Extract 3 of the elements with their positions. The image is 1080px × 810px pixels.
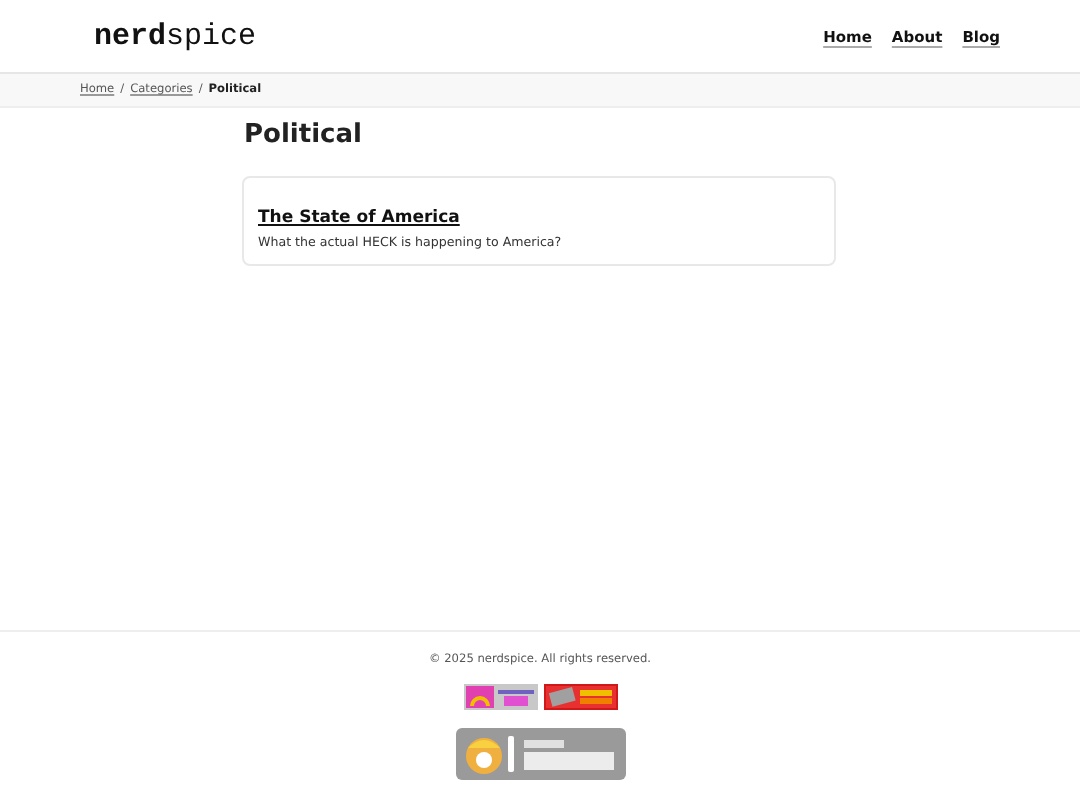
site-logo[interactable]: nerdspice <box>94 19 257 53</box>
page-heading: Political <box>244 120 364 150</box>
post-title-link[interactable]: The State of America <box>258 208 460 228</box>
